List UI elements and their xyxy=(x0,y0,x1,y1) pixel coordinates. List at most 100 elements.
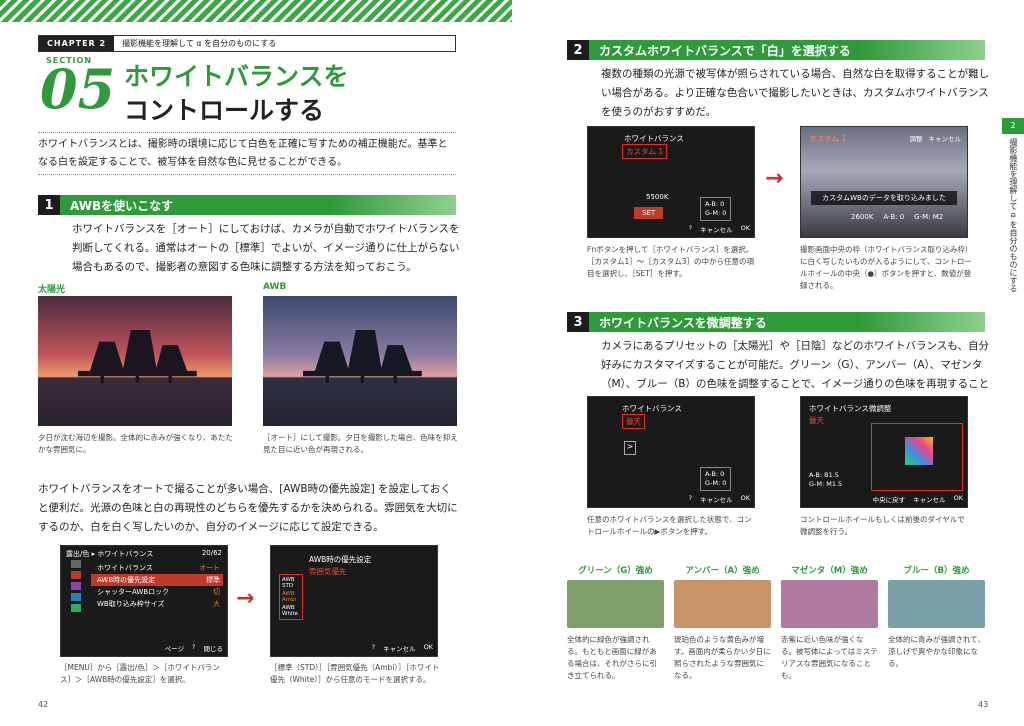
menu-item[interactable]: WB取り込み枠サイズ大 xyxy=(91,598,223,610)
page-number-left: 42 xyxy=(38,700,49,709)
cancel-button[interactable]: キャンセル xyxy=(929,133,962,143)
footer-cancel: キャンセル xyxy=(700,496,733,504)
camera-tab-icon xyxy=(71,604,81,612)
photo-label-daylight: 太陽光 xyxy=(38,285,66,295)
menu-item[interactable]: ホワイトバランス オート xyxy=(91,562,223,574)
chapter-side-tab: 2 xyxy=(1002,118,1024,134)
wb-capture-screen: カスタム 1 調整 キャンセル カスタムWBのデータを取り込みました 2600K… xyxy=(800,126,968,238)
step-title: ホワイトバランスを微調整する xyxy=(599,315,767,330)
step2-heading: 2 カスタムホワイトバランスで「白」を選択する xyxy=(567,40,985,60)
tint-example-blue: ブルー（B）強め 全体的に青みが強調されて、涼しげで爽やかな印象になる。 xyxy=(888,566,985,668)
tint-photo xyxy=(674,580,771,628)
awb-priority-screen: AWB時の優先設定 雰囲気優先 AWB STD AWB Ambi AWB White… xyxy=(270,545,438,657)
photo-sunset-daylight xyxy=(38,296,232,426)
step1-heading: 1 AWBを使いこなす xyxy=(38,195,456,215)
divider xyxy=(38,132,456,133)
step-title: AWBを使いこなす xyxy=(70,198,174,213)
paragraph-awb-priority: ホワイトバランスをオートで撮ることが多い場合、[AWB時の優先設定] を設定して… xyxy=(38,483,458,533)
fine-tune-value: 曇天 xyxy=(809,416,824,425)
camera-tab-icon xyxy=(71,593,81,601)
wb-custom-screen: ホワイトバランス カスタム 1 5500K SET A-B: 0 G-M: 0 ?… xyxy=(587,126,755,238)
tint-photo xyxy=(567,580,664,628)
intro-text: ホワイトバランスとは、撮影時の環境に応じて白色を正確に写すための補正機能だ。基準… xyxy=(38,139,448,168)
wb-cloudy-screen: ホワイトバランス 曇天 > A-B: 0 G-M: 0 ? キャンセル OK xyxy=(587,396,755,508)
footer-help: ? xyxy=(192,643,196,651)
tint-example-green: グリーン（G）強め 全体的に緑色が強調される。もともと画面に緑がある場合は、それ… xyxy=(567,564,664,682)
step3-heading: 3 ホワイトバランスを微調整する xyxy=(567,312,985,332)
caption-menu: ［MENU］から［露出/色］＞［ホワイトバランス］＞［AWB時の優先設定］を選択… xyxy=(60,663,220,684)
camera-menu-screen: 露出/色 ▸ ホワイトバランス 20/62 ホワイトバランス オート AWB時の優… xyxy=(60,545,228,657)
camera-tab-icon xyxy=(71,571,81,579)
step-number: 2 xyxy=(567,40,589,60)
wb-fine-tune-screen: ホワイトバランス微調整 曇天 A-B: B1.5 G-M: M1.5 中央に戻す … xyxy=(800,396,968,508)
footer-cancel: キャンセル xyxy=(913,496,946,504)
section-title-line1: ホワイトバランスを xyxy=(124,62,349,91)
photo-sunset-awb xyxy=(263,296,457,426)
menu-title: ホワイトバランス xyxy=(97,550,154,558)
footer-ok: OK xyxy=(740,494,750,502)
bridge-silhouette xyxy=(77,329,197,384)
step-title: カスタムホワイトバランスで「白」を選択する xyxy=(599,43,851,58)
color-grid[interactable] xyxy=(905,437,933,465)
footer-cancel: キャンセル xyxy=(700,226,733,234)
footer-reset: 中央に戻す xyxy=(872,496,906,504)
ab-value: A-B: 0 xyxy=(883,213,905,221)
caption-custom-select: Fnボタンを押して［ホワイトバランス］を選択。［カスタム1］～［カスタム3］の中… xyxy=(587,245,755,278)
section-number: 05 xyxy=(40,57,116,121)
awb-screen-value: 雰囲気優先 xyxy=(309,567,347,576)
photo-label-awb: AWB xyxy=(263,282,287,292)
step-number: 3 xyxy=(567,312,589,332)
wb-title: ホワイトバランス xyxy=(622,404,682,413)
custom-title: カスタム 1 xyxy=(809,134,847,143)
awb-options[interactable]: AWB STD AWB Ambi AWB White xyxy=(279,574,303,620)
chapter-side-text: 撮影機能を理解して α を自分のものにする xyxy=(1009,138,1018,293)
set-button[interactable]: SET xyxy=(634,207,664,219)
footer-ok: OK xyxy=(423,643,433,651)
page-number-right: 43 xyxy=(978,700,989,709)
chapter-title: 撮影機能を理解して α を自分のものにする xyxy=(122,39,277,48)
footer-close: 閉じる xyxy=(203,645,224,653)
section-title: ホワイトバランスを コントロールする xyxy=(124,60,349,128)
ab-gm-readout: A-B: 0 G-M: 0 xyxy=(700,467,732,491)
awb-screen-title: AWB時の優先設定 xyxy=(309,555,372,564)
chapter-label: CHAPTER 2 xyxy=(39,36,115,51)
menu-item[interactable]: シャッターAWBロック切 xyxy=(91,586,223,598)
footer-help: ? xyxy=(371,643,376,651)
footer-page: ページ xyxy=(164,645,185,653)
bridge-silhouette xyxy=(302,329,422,384)
section-title-line2: コントロールする xyxy=(124,96,325,125)
caption-awb-priority: ［標準（STD）］［雰囲気優先（Ambi）］［ホワイト優先（White）］から任… xyxy=(270,663,440,684)
wb-value: カスタム 1 xyxy=(622,144,668,159)
step2-body: 複数の種類の光源で被写体が照らされている場合、自然な白を取得することが難しい場合… xyxy=(601,68,990,118)
tint-example-amber: アンバー（A）強め 琥珀色のような黄色みが増す。画面内が柔らかい夕日に照らされた… xyxy=(674,566,771,680)
footer-help: ? xyxy=(688,224,693,232)
menu-page: 20/62 xyxy=(201,549,222,557)
kelvin-value: 2600K xyxy=(851,213,874,221)
caption-custom-capture: 撮影画面中央の枠（ホワイトバランス取り込み枠）に白く写したいものが入るようにして… xyxy=(800,245,972,290)
footer-ok: OK xyxy=(740,224,750,232)
wb-value: 曇天 xyxy=(622,414,645,429)
adjust-button[interactable]: 調整 xyxy=(910,133,923,143)
step1-body: ホワイトバランスを［オート］にしておけば、カメラが自動でホワイトバランスを判断し… xyxy=(72,223,460,273)
caption-daylight: 夕日が沈む海辺を撮影。全体的に赤みが強くなり、あたたかな雰囲気に。 xyxy=(38,433,233,454)
kelvin-value: 5500K xyxy=(646,193,669,201)
header-stripe xyxy=(0,0,512,22)
tint-photo xyxy=(781,580,878,628)
footer-help: ? xyxy=(688,494,693,502)
tint-example-magenta: マゼンタ（M）強め 赤紫に近い色味が強くなる。被写体によってはミステリアスな雰囲… xyxy=(781,566,878,680)
chevron-right-icon[interactable]: > xyxy=(624,441,636,455)
footer-cancel: キャンセル xyxy=(383,645,416,653)
caption-fine-tune: コントロールホイールもしくは前後のダイヤルで微調整を行う。 xyxy=(800,515,965,536)
arrow-right-icon: → xyxy=(236,586,255,611)
caption-awb: ［オート］にして撮影。夕日を撮影した場合、色味を抑え見た目に近い色が再現される。 xyxy=(263,433,458,454)
menu-item-selected[interactable]: AWB時の優先設定 標準 xyxy=(91,574,223,586)
camera-tab-icon xyxy=(71,560,81,568)
divider xyxy=(38,174,456,175)
fine-tune-title: ホワイトバランス微調整 xyxy=(809,404,892,413)
step-number: 1 xyxy=(38,195,60,215)
footer-ok: OK xyxy=(953,494,963,502)
tint-photo xyxy=(888,580,985,628)
gm-value: G-M: M2 xyxy=(914,213,944,221)
chapter-header: CHAPTER 2 撮影機能を理解して α を自分のものにする xyxy=(38,35,456,52)
menu-header: 露出/色 xyxy=(66,550,90,558)
